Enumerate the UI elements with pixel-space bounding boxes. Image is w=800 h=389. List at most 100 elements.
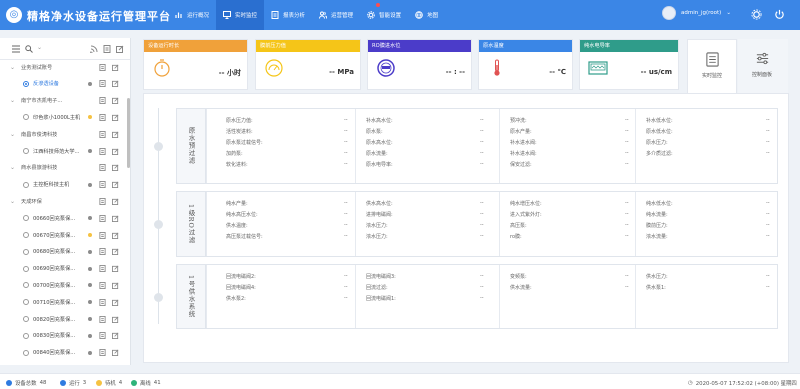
radio-button[interactable] [23, 148, 29, 154]
radio-button[interactable] [23, 299, 29, 306]
document-icon[interactable] [99, 298, 106, 306]
tree-device-item[interactable]: 反渗透设备 [0, 77, 126, 91]
edit-icon[interactable] [112, 198, 119, 205]
document-icon[interactable] [99, 63, 106, 71]
tree-device-item[interactable]: 印色浆小1000L主机 [0, 110, 126, 124]
document-icon[interactable] [99, 332, 106, 340]
edit-icon[interactable] [112, 232, 119, 239]
radio-button[interactable] [23, 316, 29, 322]
radio-button[interactable] [23, 282, 29, 289]
document-icon[interactable] [99, 265, 106, 273]
tree-group[interactable]: ⌄ 南宁市杰凯电子... [0, 94, 126, 108]
nav-item-3[interactable]: 运营管理 [312, 0, 360, 30]
tree-device-item[interactable]: 主控柜科技主机 [0, 178, 126, 192]
param-label: 原水泵过载信号: [226, 140, 263, 146]
edit-icon[interactable] [112, 349, 119, 357]
radio-button[interactable] [23, 181, 29, 188]
document-icon[interactable] [99, 248, 106, 256]
chevron-down-icon[interactable]: ⌄ [10, 198, 15, 205]
chevron-down-icon[interactable]: ⌄ [37, 44, 42, 51]
document-icon[interactable] [99, 97, 106, 105]
document-icon[interactable] [99, 147, 106, 155]
tree-device-item[interactable]: 00830回充泵保... [0, 329, 126, 343]
tree-device-item[interactable]: 00710回充泵保... [0, 295, 126, 309]
tree-device-item[interactable]: 00820回充泵保... [0, 312, 126, 326]
param-label: 原水低水位: [646, 129, 673, 135]
radio-button[interactable] [23, 215, 29, 222]
document-icon[interactable] [99, 231, 106, 239]
param-label: 浓水压力: [366, 234, 388, 240]
tree-device-item[interactable]: 00670回充泵保... [0, 228, 126, 242]
edit-icon[interactable] [112, 164, 119, 172]
nav-item-1[interactable]: 实时监控 [216, 0, 265, 30]
sidebar-scrollbar[interactable] [127, 98, 130, 168]
document-icon[interactable] [99, 214, 106, 222]
param-value: -- [766, 150, 770, 156]
radio-button[interactable] [23, 349, 29, 356]
edit-icon[interactable] [112, 181, 119, 189]
tree-group[interactable]: ⌄ 南昌市俊涛科技 [0, 127, 126, 141]
edit-icon[interactable] [112, 131, 119, 138]
tree-device-item[interactable]: 00680回充泵保... [0, 245, 126, 259]
tree-device-item[interactable]: 00660回充泵保... [0, 211, 126, 225]
document-icon[interactable] [99, 113, 106, 121]
edit-icon[interactable] [112, 215, 119, 222]
radio-button[interactable] [23, 80, 29, 87]
document-icon[interactable] [99, 181, 106, 189]
edit-icon[interactable] [112, 248, 119, 256]
edit-icon[interactable] [112, 265, 119, 273]
radio-button[interactable] [23, 232, 29, 238]
rss-icon[interactable] [90, 45, 98, 53]
edit-icon[interactable] [112, 282, 119, 289]
edit-icon[interactable] [112, 316, 119, 323]
control-panel-button[interactable]: 控制面板 [738, 39, 788, 93]
nav-item-5[interactable]: 地图 [408, 0, 445, 30]
nav-item-2[interactable]: 报表分析 [264, 0, 312, 30]
document-icon[interactable] [99, 315, 106, 323]
document-icon[interactable] [99, 281, 106, 289]
list-icon[interactable] [12, 45, 20, 53]
power-icon[interactable] [774, 9, 785, 20]
radio-button[interactable] [23, 332, 29, 339]
tree-group[interactable]: ⌄ 业务测试账号 [0, 60, 126, 74]
datetime: ◷ 2020-05-07 17:52:02 (+08:00) 星期四 [688, 380, 797, 387]
edit-icon[interactable] [112, 64, 119, 71]
edit-icon[interactable] [112, 114, 119, 121]
edit-icon[interactable] [116, 45, 124, 53]
gear-icon[interactable] [751, 9, 762, 20]
search-icon[interactable] [25, 45, 33, 53]
document-icon[interactable] [99, 197, 106, 205]
document-icon[interactable] [99, 130, 106, 138]
tree-group[interactable]: ⌄ 商水县旅游科技 [0, 161, 126, 175]
section-title: 1号供水系统 [177, 265, 206, 328]
param-label: 纯水低水位: [646, 201, 673, 207]
param-value: -- [625, 128, 629, 134]
radio-button[interactable] [23, 248, 29, 255]
tree-device-item[interactable]: 00840回充泵保... [0, 346, 126, 360]
edit-icon[interactable] [112, 332, 119, 340]
document-icon[interactable] [99, 164, 106, 172]
tree-device-item[interactable]: 00690回充泵保... [0, 262, 126, 276]
document-icon[interactable] [103, 45, 111, 53]
document-icon[interactable] [99, 80, 106, 88]
user-menu[interactable]: admin_jg(root) ⌄ [662, 6, 731, 20]
param-value: -- [480, 233, 484, 239]
radio-button[interactable] [23, 114, 29, 121]
chevron-down-icon[interactable]: ⌄ [10, 97, 15, 104]
tree-device-item[interactable]: 江西科技师范大学... [0, 144, 126, 158]
process-section: 1号供水系统 回流电磁阀2: -- 回流电磁阀4: -- 供水泵2: -- 回流电磁阀3: --… [176, 264, 778, 329]
chevron-down-icon[interactable]: ⌄ [10, 131, 15, 138]
radio-button[interactable] [23, 265, 29, 272]
nav-item-4[interactable]: 智能设置 [360, 0, 408, 30]
nav-item-0[interactable]: 运行概况 [168, 0, 216, 30]
edit-icon[interactable] [112, 148, 119, 155]
edit-icon[interactable] [112, 80, 119, 88]
realtime-monitor-button[interactable]: 实时监控 [687, 39, 737, 93]
tree-group[interactable]: ⌄ 天成环保 [0, 194, 126, 208]
chevron-down-icon[interactable]: ⌄ [10, 64, 15, 71]
document-icon[interactable] [99, 349, 106, 357]
edit-icon[interactable] [112, 97, 119, 105]
edit-icon[interactable] [112, 299, 119, 306]
tree-device-item[interactable]: 00700回充泵保... [0, 278, 126, 292]
chevron-down-icon[interactable]: ⌄ [10, 164, 15, 171]
